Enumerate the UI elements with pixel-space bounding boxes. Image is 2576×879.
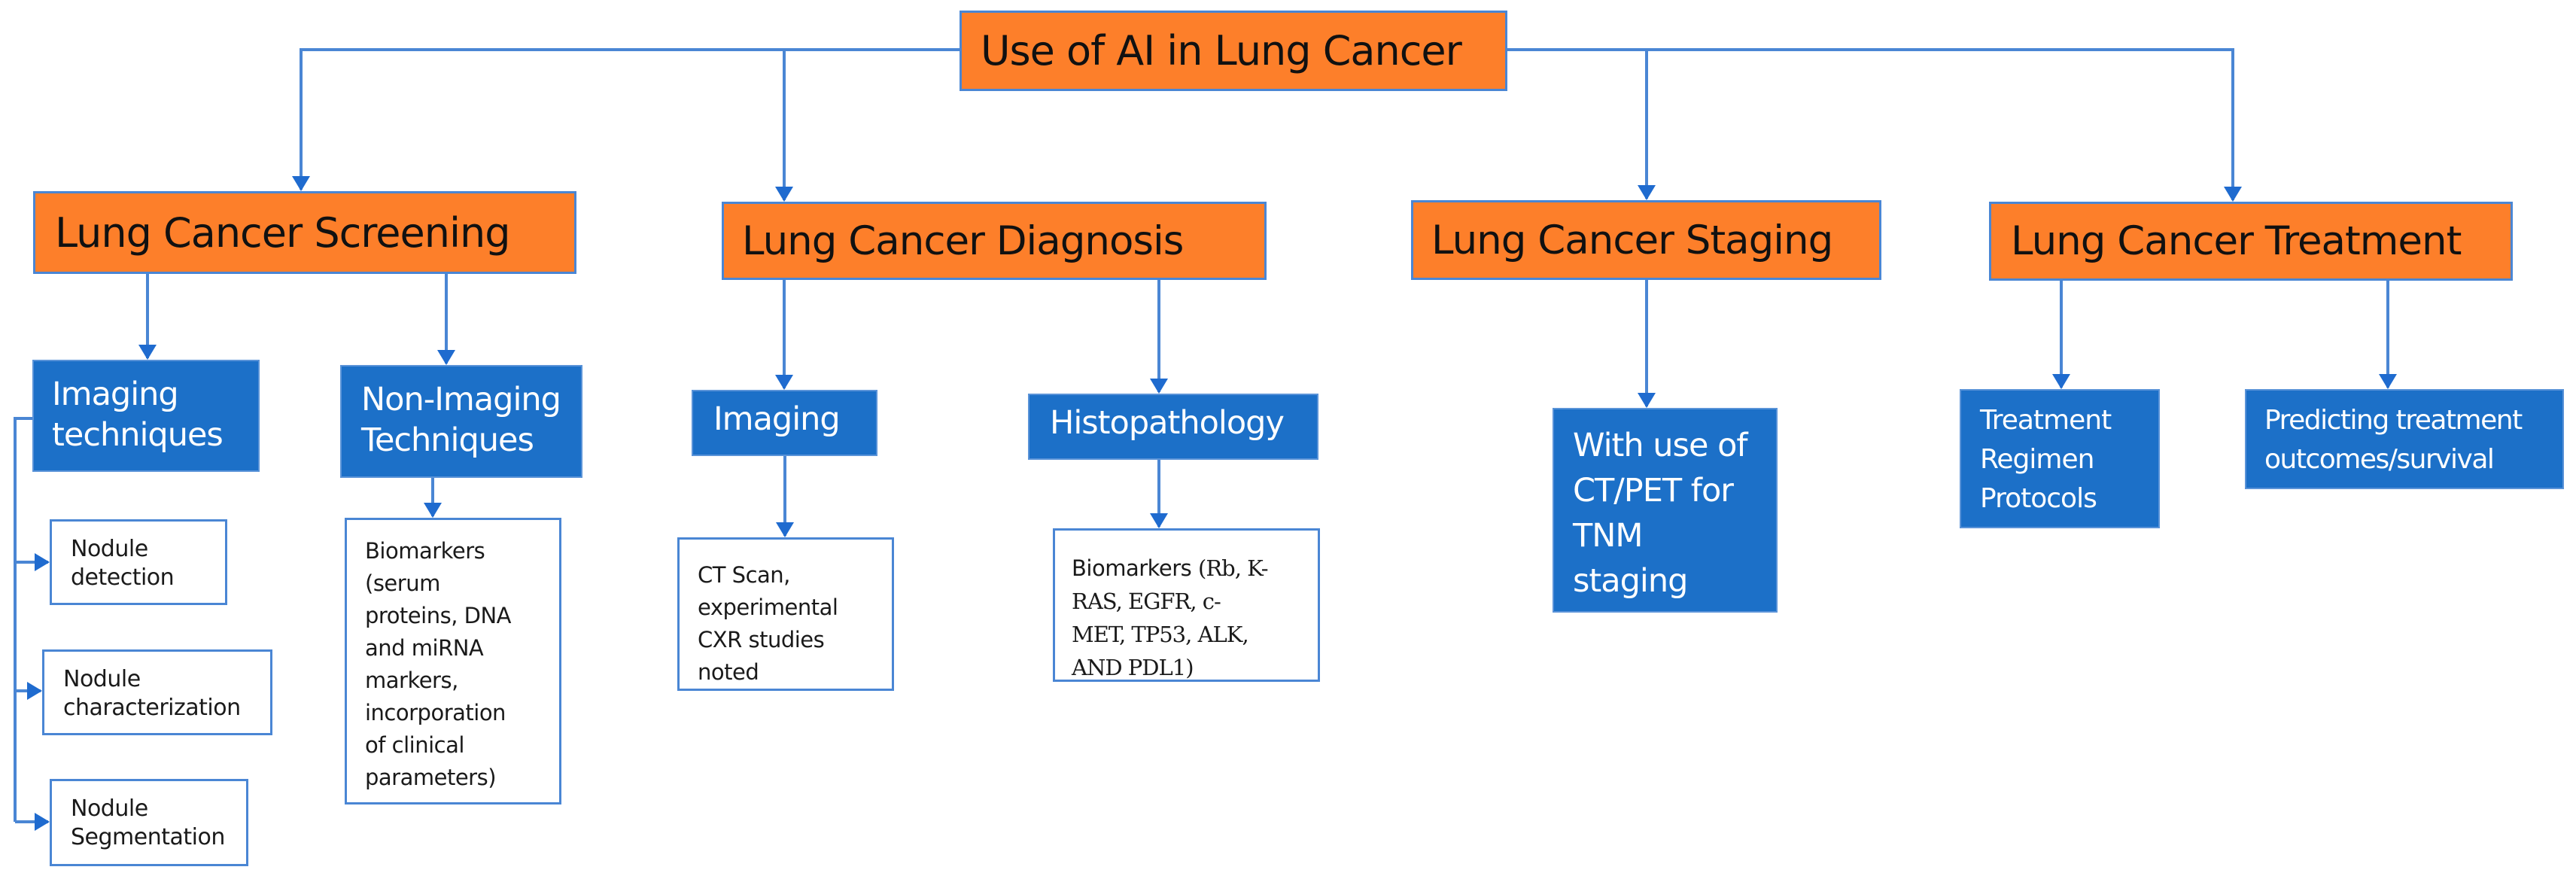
non-imaging-line-2: Techniques <box>361 421 534 459</box>
root-node: Use of AI in Lung Cancer <box>960 11 1507 91</box>
arrowhead-biomarkers-rb <box>1150 513 1168 528</box>
branch-staging-label: Lung Cancer Staging <box>1431 217 1833 263</box>
nodule-detection-line-2: detection <box>71 564 175 591</box>
arrowhead-ct-scan <box>776 522 794 537</box>
connector-root-left <box>300 48 960 190</box>
node-ct-scan: CT Scan, experimental CXR studies noted <box>677 537 894 691</box>
arrowhead-non-imaging <box>437 350 455 365</box>
branch-treatment: Lung Cancer Treatment <box>1989 202 2513 281</box>
ct-scan-line-3: CXR studies <box>698 627 825 652</box>
arrowhead-diag-imaging <box>775 375 793 390</box>
biomarkers-serum-line-7: of clinical <box>365 732 464 758</box>
biomarkers-serum-line-1: Biomarkers <box>365 538 485 564</box>
arrowhead-nodule-detection <box>35 553 50 571</box>
arrowhead-imaging-techniques <box>138 345 157 360</box>
node-diagnosis-imaging: Imaging <box>692 390 877 456</box>
arrowhead-predicting <box>2379 374 2397 389</box>
ct-scan-line-2: experimental <box>698 595 838 620</box>
branch-treatment-label: Lung Cancer Treatment <box>2011 218 2462 264</box>
ct-pet-line-3: TNM <box>1573 517 1644 555</box>
biomarkers-serum-line-6: incorporation <box>365 700 506 725</box>
biomarkers-serum-line-3: proteins, DNA <box>365 603 512 628</box>
treatment-regimen-line-1: Treatment <box>1980 405 2112 436</box>
arrowhead-diagnosis <box>775 187 793 202</box>
imaging-techniques-line-2: techniques <box>52 415 224 454</box>
node-histopathology: Histopathology <box>1028 394 1318 460</box>
node-nodule-characterization: Nodule characterization <box>42 649 272 735</box>
arrowhead-screening <box>292 176 310 191</box>
nodule-segmentation-line-1: Nodule <box>71 795 148 822</box>
ct-scan-line-1: CT Scan, <box>698 562 790 588</box>
diagram-canvas: Use of AI in Lung Cancer Lung Cancer Scr… <box>0 0 2576 879</box>
branch-diagnosis-label: Lung Cancer Diagnosis <box>742 217 1184 264</box>
biomarkers-genes-line-4: AND PDL1) <box>1072 655 1194 680</box>
non-imaging-line-1: Non-Imaging <box>361 381 561 418</box>
node-non-imaging-techniques: Non-Imaging Techniques <box>340 365 582 478</box>
connector-root-right <box>1507 48 2234 200</box>
node-imaging-techniques: Imaging techniques <box>32 360 260 472</box>
branch-screening-label: Lung Cancer Screening <box>55 208 510 257</box>
imaging-techniques-line-1: Imaging <box>52 376 179 413</box>
arrowhead-biomarkers-serum <box>424 503 442 518</box>
predicting-line-1: Predicting treatment <box>2264 405 2523 436</box>
biomarkers-serum-line-2: (serum <box>365 570 440 596</box>
ct-scan-line-4: noted <box>698 659 759 685</box>
node-biomarkers-genes: Biomarkers (Rb, K- RAS, EGFR, c- MET, TP… <box>1053 528 1320 682</box>
ct-pet-line-2: CT/PET for <box>1573 472 1734 509</box>
nodule-segmentation-line-2: Segmentation <box>71 823 225 850</box>
node-nodule-detection: Nodule detection <box>50 519 227 605</box>
biomarkers-genes-line-3: MET, TP53, ALK, <box>1072 622 1249 647</box>
node-biomarkers-serum: Biomarkers (serum proteins, DNA and miRN… <box>345 518 561 804</box>
nodule-detection-line-1: Nodule <box>71 536 148 562</box>
treatment-regimen-line-3: Protocols <box>1980 483 2097 514</box>
biomarkers-genes-line-1-rest: (Rb, K- <box>1198 555 1269 581</box>
arrowhead-histopathology <box>1150 379 1168 394</box>
node-predicting-outcomes: Predicting treatment outcomes/survival <box>2245 389 2564 489</box>
arrowhead-with-use <box>1638 393 1656 408</box>
root-label: Use of AI in Lung Cancer <box>981 27 1462 75</box>
arrowhead-treatment <box>2224 187 2242 202</box>
ct-pet-line-4: staging <box>1573 562 1688 600</box>
histopathology-label: Histopathology <box>1050 404 1285 442</box>
branch-staging: Lung Cancer Staging <box>1411 200 1881 280</box>
arrowhead-staging <box>1638 185 1656 200</box>
biomarkers-genes-line-2: RAS, EGFR, c- <box>1072 589 1221 614</box>
nodule-characterization-line-1: Nodule <box>63 666 141 692</box>
predicting-line-2: outcomes/survival <box>2264 444 2495 475</box>
biomarkers-serum-line-5: markers, <box>365 668 458 693</box>
ct-pet-line-1: With use of <box>1573 427 1748 464</box>
branch-diagnosis: Lung Cancer Diagnosis <box>722 202 1267 280</box>
arrowhead-nodule-characterization <box>27 682 42 700</box>
arrowhead-nodule-segmentation <box>35 813 50 831</box>
treatment-regimen-line-2: Regimen <box>1980 444 2094 475</box>
biomarkers-genes-prefix: Biomarkers <box>1072 555 1198 581</box>
nodule-characterization-line-2: characterization <box>63 694 241 721</box>
node-treatment-regimen: Treatment Regimen Protocols <box>1960 389 2160 528</box>
node-nodule-segmentation: Nodule Segmentation <box>50 779 248 866</box>
node-ct-pet-tnm: With use of CT/PET for TNM staging <box>1553 408 1778 613</box>
diagnosis-imaging-label: Imaging <box>713 400 841 438</box>
biomarkers-serum-line-8: parameters) <box>365 765 497 790</box>
branch-screening: Lung Cancer Screening <box>33 191 576 274</box>
connector-imaging-trunk <box>14 417 32 822</box>
arrowhead-treatment-regimen <box>2052 374 2070 389</box>
biomarkers-serum-line-4: and miRNA <box>365 635 484 661</box>
biomarkers-genes-line-1: Biomarkers (Rb, K- <box>1072 552 1318 585</box>
